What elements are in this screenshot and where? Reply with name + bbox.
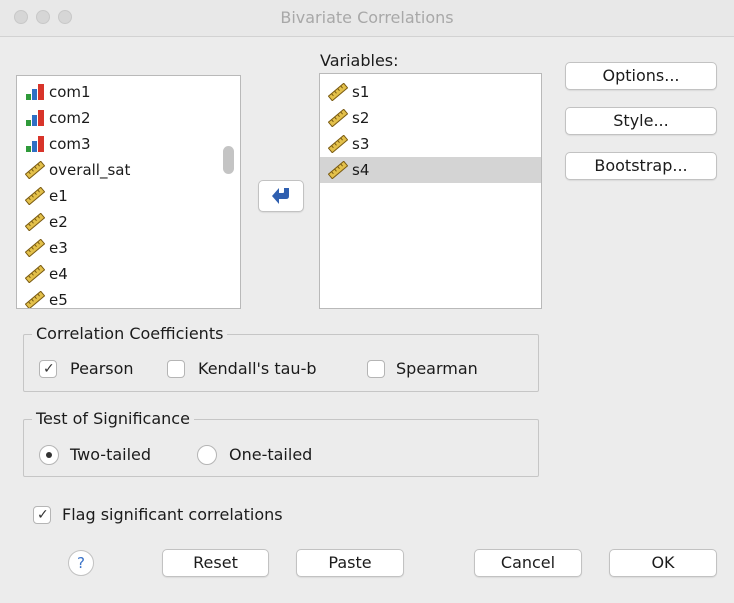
scale-ruler-icon — [328, 109, 348, 127]
source-list-item[interactable]: e3 — [17, 235, 222, 261]
ok-button[interactable]: OK — [609, 549, 717, 577]
paste-button[interactable]: Paste — [296, 549, 404, 577]
kendall-checkbox[interactable] — [167, 360, 185, 378]
style-button[interactable]: Style... — [565, 107, 717, 135]
one-tailed-radio[interactable] — [197, 445, 217, 465]
nominal-bar-icon — [26, 110, 44, 126]
spearman-checkbox[interactable] — [367, 360, 385, 378]
source-item-label: e1 — [49, 187, 68, 205]
variables-item-label: s4 — [352, 161, 370, 179]
source-item-label: overall_sat — [49, 161, 131, 179]
source-list-item[interactable]: com3 — [17, 131, 222, 157]
source-list-item[interactable]: e1 — [17, 183, 222, 209]
variables-item-label: s3 — [352, 135, 370, 153]
one-tailed-label: One-tailed — [229, 445, 313, 464]
spearman-label: Spearman — [396, 359, 478, 378]
flag-significant-label: Flag significant correlations — [62, 505, 283, 524]
variables-list-item[interactable]: s1 — [320, 79, 541, 105]
source-list-item[interactable]: overall_sat — [17, 157, 222, 183]
source-list-item[interactable]: e2 — [17, 209, 222, 235]
kendall-label: Kendall's tau-b — [198, 359, 317, 378]
source-item-label: e4 — [49, 265, 68, 283]
scale-ruler-icon — [25, 187, 45, 205]
window-title: Bivariate Correlations — [280, 8, 454, 27]
pearson-label: Pearson — [70, 359, 134, 378]
flag-significant-checkbox[interactable]: ✓ — [33, 506, 51, 524]
source-item-label: com3 — [49, 135, 91, 153]
variables-label: Variables: — [320, 51, 399, 70]
options-button[interactable]: Options... — [565, 62, 717, 90]
scale-ruler-icon — [328, 161, 348, 179]
source-variable-list[interactable]: com1 com2 com3 overall_sat e1 e2 e3 e4 e… — [16, 75, 241, 309]
radio-selected-dot — [46, 452, 52, 458]
source-list-scrollbar[interactable] — [223, 146, 234, 174]
cancel-button[interactable]: Cancel — [474, 549, 582, 577]
source-item-label: e3 — [49, 239, 68, 257]
variables-list-item[interactable]: s3 — [320, 131, 541, 157]
scale-ruler-icon — [25, 213, 45, 231]
title-bar: Bivariate Correlations — [0, 0, 734, 37]
arrow-left-icon — [272, 188, 289, 204]
source-list-item[interactable]: e5 — [17, 287, 222, 309]
scale-ruler-icon — [328, 83, 348, 101]
bootstrap-button[interactable]: Bootstrap... — [565, 152, 717, 180]
source-item-label: e2 — [49, 213, 68, 231]
source-list-item[interactable]: com1 — [17, 79, 222, 105]
two-tailed-label: Two-tailed — [70, 445, 152, 464]
nominal-bar-icon — [26, 84, 44, 100]
scale-ruler-icon — [25, 265, 45, 283]
variables-item-label: s1 — [352, 83, 370, 101]
scale-ruler-icon — [25, 161, 45, 179]
scale-ruler-icon — [25, 239, 45, 257]
two-tailed-radio[interactable] — [39, 445, 59, 465]
reset-button[interactable]: Reset — [162, 549, 269, 577]
scale-ruler-icon — [328, 135, 348, 153]
move-variable-button[interactable] — [258, 180, 304, 212]
source-list-item[interactable]: com2 — [17, 105, 222, 131]
checkmark-icon: ✓ — [37, 507, 49, 523]
variables-list-item[interactable]: s2 — [320, 105, 541, 131]
source-item-label: com2 — [49, 109, 91, 127]
help-button[interactable]: ? — [68, 550, 94, 576]
variables-list[interactable]: s1 s2 s3 s4 — [319, 73, 542, 309]
checkmark-icon: ✓ — [43, 361, 55, 377]
scale-ruler-icon — [25, 291, 45, 308]
bivariate-correlations-dialog: Bivariate Correlations com1 com2 com3 ov… — [0, 0, 734, 603]
correlation-coefficients-legend: Correlation Coefficients — [32, 324, 228, 344]
nominal-bar-icon — [26, 136, 44, 152]
source-item-label: e5 — [49, 291, 68, 309]
variables-item-label: s2 — [352, 109, 370, 127]
variables-list-item-selected[interactable]: s4 — [320, 157, 541, 183]
test-of-significance-legend: Test of Significance — [32, 409, 194, 429]
source-list-item[interactable]: e4 — [17, 261, 222, 287]
source-item-label: com1 — [49, 83, 91, 101]
pearson-checkbox[interactable]: ✓ — [39, 360, 57, 378]
